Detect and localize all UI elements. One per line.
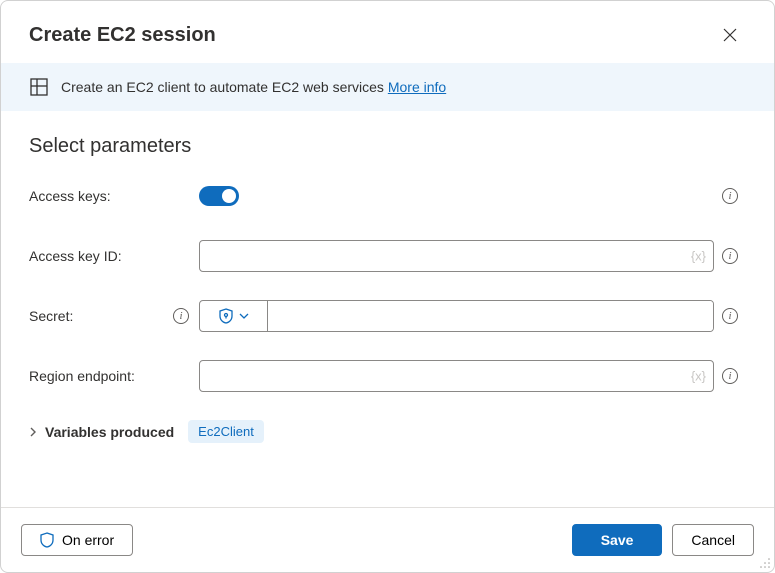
dialog: Create EC2 session Create an EC2 client … xyxy=(0,0,775,573)
action-icon xyxy=(29,77,49,97)
access-keys-toggle[interactable] xyxy=(199,186,239,206)
dialog-title: Create EC2 session xyxy=(29,24,216,47)
resize-grip[interactable] xyxy=(759,557,771,569)
param-row-secret: Secret: i i xyxy=(29,300,746,332)
resize-grip-icon xyxy=(759,557,771,569)
secret-label: Secret: xyxy=(29,308,73,324)
toggle-knob xyxy=(222,189,236,203)
info-icon[interactable]: i xyxy=(722,368,738,384)
secret-type-dropdown[interactable] xyxy=(200,301,268,331)
variables-produced-row: Variables produced Ec2Client xyxy=(29,420,746,443)
param-row-access-keys: Access keys: i xyxy=(29,180,746,212)
shield-icon xyxy=(219,308,233,324)
variables-expand-toggle[interactable] xyxy=(29,426,37,438)
dialog-header: Create EC2 session xyxy=(1,1,774,63)
chevron-right-icon xyxy=(29,426,37,438)
info-icon[interactable]: i xyxy=(173,308,189,324)
dialog-body: Select parameters Access keys: i Access … xyxy=(1,111,774,507)
info-banner: Create an EC2 client to automate EC2 web… xyxy=(1,63,774,111)
variables-label: Variables produced xyxy=(45,424,174,440)
dialog-footer: On error Save Cancel xyxy=(1,507,774,572)
save-button[interactable]: Save xyxy=(572,524,663,556)
more-info-link[interactable]: More info xyxy=(388,79,446,95)
variable-chip[interactable]: Ec2Client xyxy=(188,420,264,443)
close-icon xyxy=(723,28,737,42)
secret-field xyxy=(199,300,714,332)
close-button[interactable] xyxy=(714,19,746,51)
cancel-button[interactable]: Cancel xyxy=(672,524,754,556)
chevron-down-icon xyxy=(239,313,249,319)
on-error-button[interactable]: On error xyxy=(21,524,133,556)
info-icon[interactable]: i xyxy=(722,188,738,204)
info-icon[interactable]: i xyxy=(722,308,738,324)
access-key-id-input[interactable] xyxy=(199,240,714,272)
info-icon[interactable]: i xyxy=(722,248,738,264)
section-title: Select parameters xyxy=(29,135,746,158)
param-row-region-endpoint: Region endpoint: {x} i xyxy=(29,360,746,392)
region-endpoint-label: Region endpoint: xyxy=(29,368,199,384)
param-row-access-key-id: Access key ID: {x} i xyxy=(29,240,746,272)
access-key-id-label: Access key ID: xyxy=(29,248,199,264)
region-endpoint-input[interactable] xyxy=(199,360,714,392)
banner-text: Create an EC2 client to automate EC2 web… xyxy=(61,79,446,95)
secret-input[interactable] xyxy=(268,301,713,331)
shield-outline-icon xyxy=(40,532,54,548)
access-keys-label: Access keys: xyxy=(29,188,199,204)
